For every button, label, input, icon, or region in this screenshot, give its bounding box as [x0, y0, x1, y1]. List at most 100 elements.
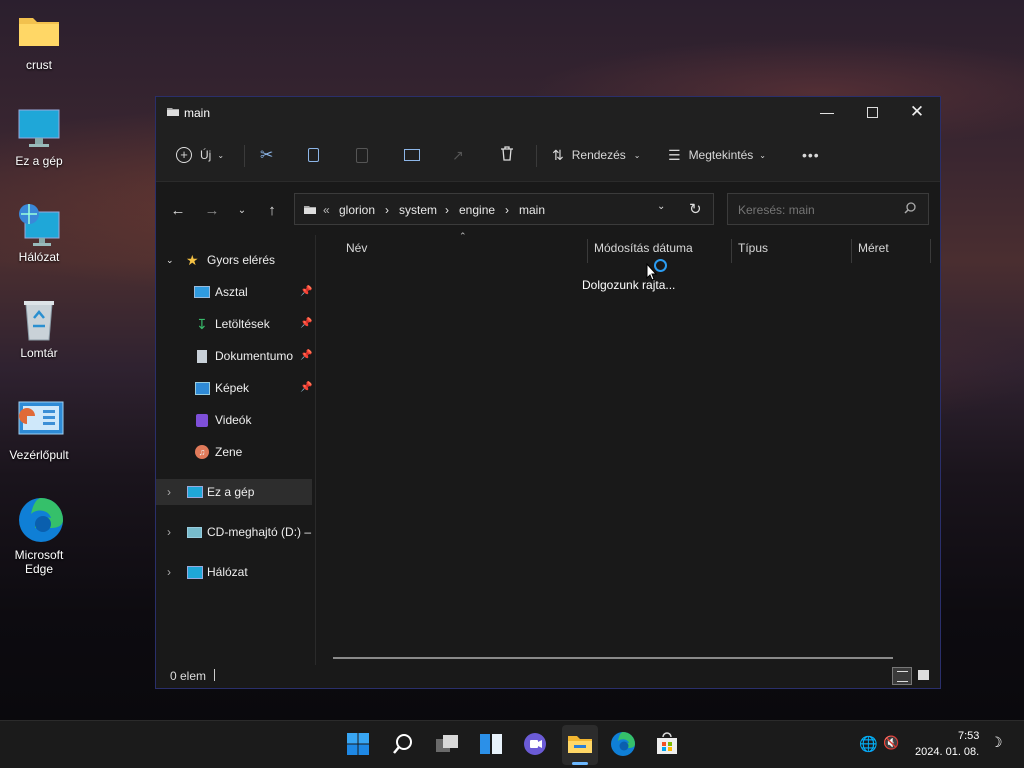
app-icon: [166, 105, 180, 117]
title-bar[interactable]: main — ✕: [156, 97, 940, 129]
navigation-pane: ⌄ ★ Gyors elérés Asztal 📌 ↧ Letöltések 📌…: [156, 235, 315, 665]
desktop-icon-network[interactable]: Hálózat: [4, 202, 74, 264]
column-divider[interactable]: [731, 239, 732, 263]
search-input[interactable]: [736, 202, 900, 218]
nav-quick-access[interactable]: ⌄ ★ Gyors elérés: [156, 247, 312, 273]
notification-moon-icon[interactable]: ☽: [990, 734, 1003, 751]
search-icon[interactable]: [904, 202, 916, 217]
network-disconnected-icon[interactable]: 🔇: [883, 735, 899, 751]
breadcrumb-overflow[interactable]: «: [323, 203, 330, 217]
nav-this-pc[interactable]: › Ez a gép: [156, 479, 312, 505]
desktop-icon-this-pc[interactable]: Ez a gép: [4, 106, 74, 168]
view-button[interactable]: ☰ Megtekintés ⌄: [668, 141, 766, 169]
file-explorer-window: main — ✕ + Új ⌄ ✂ ↗ ⇅ Rendezés ⌄ ☰ Megte…: [155, 96, 941, 689]
file-list[interactable]: ⌃ Név Módosítás dátuma Típus Méret Dolgo…: [316, 231, 940, 665]
taskbar-clock-time[interactable]: 7:53: [958, 730, 979, 742]
chat-button[interactable]: [519, 729, 551, 761]
new-button[interactable]: + Új ⌄: [176, 141, 224, 169]
taskbar: 🌐 🔇 7:53 2024. 01. 08. ☽: [0, 720, 1024, 768]
sort-button[interactable]: ⇅ Rendezés ⌄: [552, 141, 640, 169]
nav-cd-drive-label: CD-meghajtó (D:) –: [207, 525, 312, 539]
nav-cd-drive[interactable]: › CD-meghajtó (D:) –: [156, 519, 312, 545]
column-header-type[interactable]: Típus: [738, 241, 768, 269]
copy-button[interactable]: [308, 141, 319, 169]
nav-network[interactable]: › Hálózat: [156, 559, 312, 585]
share-button[interactable]: ↗: [452, 141, 464, 169]
computer-icon: [187, 486, 203, 498]
arrow-up-icon: ↑: [268, 202, 276, 219]
up-button[interactable]: ↑: [260, 200, 284, 222]
paste-icon: [356, 147, 368, 163]
new-button-label: Új: [200, 148, 212, 162]
taskbar-clock-date[interactable]: 2024. 01. 08.: [915, 746, 979, 758]
back-button[interactable]: ←: [166, 200, 190, 222]
nav-network-label: Hálózat: [207, 565, 248, 579]
details-view-icon: [897, 671, 908, 682]
maximize-button[interactable]: [849, 97, 895, 127]
horizontal-scrollbar[interactable]: [333, 657, 893, 659]
search-box[interactable]: [727, 193, 929, 225]
nav-item-documents[interactable]: Dokumentumo 📌: [156, 343, 312, 369]
more-options-button[interactable]: •••: [802, 141, 820, 169]
paste-button[interactable]: [356, 141, 368, 169]
cd-drive-icon: [187, 526, 202, 538]
rename-button[interactable]: [404, 141, 420, 169]
breadcrumb-system[interactable]: system: [399, 203, 437, 217]
breadcrumb-glorion[interactable]: glorion: [339, 203, 375, 217]
column-header-size[interactable]: Méret: [858, 241, 889, 269]
column-header-name[interactable]: Név: [346, 241, 367, 269]
star-icon: ★: [186, 251, 199, 268]
sort-button-label: Rendezés: [571, 148, 626, 162]
address-bar[interactable]: « glorion › system › engine › main ⌄ ↻: [294, 193, 714, 225]
folder-location-icon: [303, 203, 317, 218]
working-message: Dolgozunk rajta...: [582, 278, 676, 292]
breadcrumb-engine[interactable]: engine: [459, 203, 495, 217]
details-view-button[interactable]: [892, 667, 912, 685]
desktop-icon-edge[interactable]: Microsoft Edge: [4, 496, 74, 576]
nav-item-videos[interactable]: Videók: [156, 407, 312, 433]
close-icon: ✕: [909, 102, 925, 121]
address-dropdown-icon[interactable]: ⌄: [657, 201, 665, 212]
sort-indicator-icon: ⌃: [459, 231, 467, 241]
nav-item-downloads[interactable]: ↧ Letöltések 📌: [156, 311, 312, 337]
language-globe-icon[interactable]: 🌐: [859, 735, 878, 753]
column-divider[interactable]: [587, 239, 588, 263]
recent-locations-button[interactable]: ⌄: [230, 200, 254, 222]
store-button[interactable]: [651, 729, 683, 761]
file-explorer-taskbar-button[interactable]: [562, 725, 598, 765]
trash-icon: [500, 146, 514, 164]
tiles-view-button[interactable]: [914, 667, 934, 685]
desktop-icon-label: Vezérlőpult: [9, 448, 69, 462]
close-button[interactable]: ✕: [894, 97, 940, 127]
column-divider[interactable]: [851, 239, 852, 263]
column-header-modified[interactable]: Módosítás dátuma: [594, 241, 693, 269]
nav-item-pictures[interactable]: Képek 📌: [156, 375, 312, 401]
cut-button[interactable]: ✂: [260, 141, 273, 169]
control-panel-icon: [17, 400, 64, 444]
delete-button[interactable]: [500, 141, 514, 169]
widgets-button[interactable]: [475, 729, 507, 761]
desktop-icon-crust[interactable]: crust: [4, 10, 74, 72]
recycle-bin-icon: [17, 298, 61, 342]
pin-icon: 📌: [300, 318, 313, 329]
folder-icon: [567, 733, 593, 758]
start-button[interactable]: [342, 729, 374, 761]
edge-icon: [17, 496, 63, 542]
active-indicator: [572, 762, 588, 765]
view-list-icon: ☰: [668, 146, 681, 163]
breadcrumb-main[interactable]: main: [519, 203, 545, 217]
desktop-icon-control-panel[interactable]: Vezérlőpult: [4, 400, 74, 462]
nav-quick-access-label: Gyors elérés: [207, 253, 276, 267]
nav-item-music[interactable]: ♫ Zene: [156, 439, 312, 465]
column-divider[interactable]: [930, 239, 931, 263]
desktop-icon-recycle-bin[interactable]: Lomtár: [4, 298, 74, 360]
edge-taskbar-button[interactable]: [607, 729, 639, 761]
refresh-icon[interactable]: ↻: [689, 200, 702, 218]
minimize-button[interactable]: —: [804, 97, 850, 127]
nav-item-desktop[interactable]: Asztal 📌: [156, 279, 312, 305]
task-view-button[interactable]: [431, 729, 463, 761]
search-taskbar-button[interactable]: [387, 729, 419, 761]
forward-button[interactable]: →: [200, 200, 224, 222]
nav-this-pc-label: Ez a gép: [207, 485, 255, 499]
arrow-right-icon: →: [204, 202, 220, 219]
